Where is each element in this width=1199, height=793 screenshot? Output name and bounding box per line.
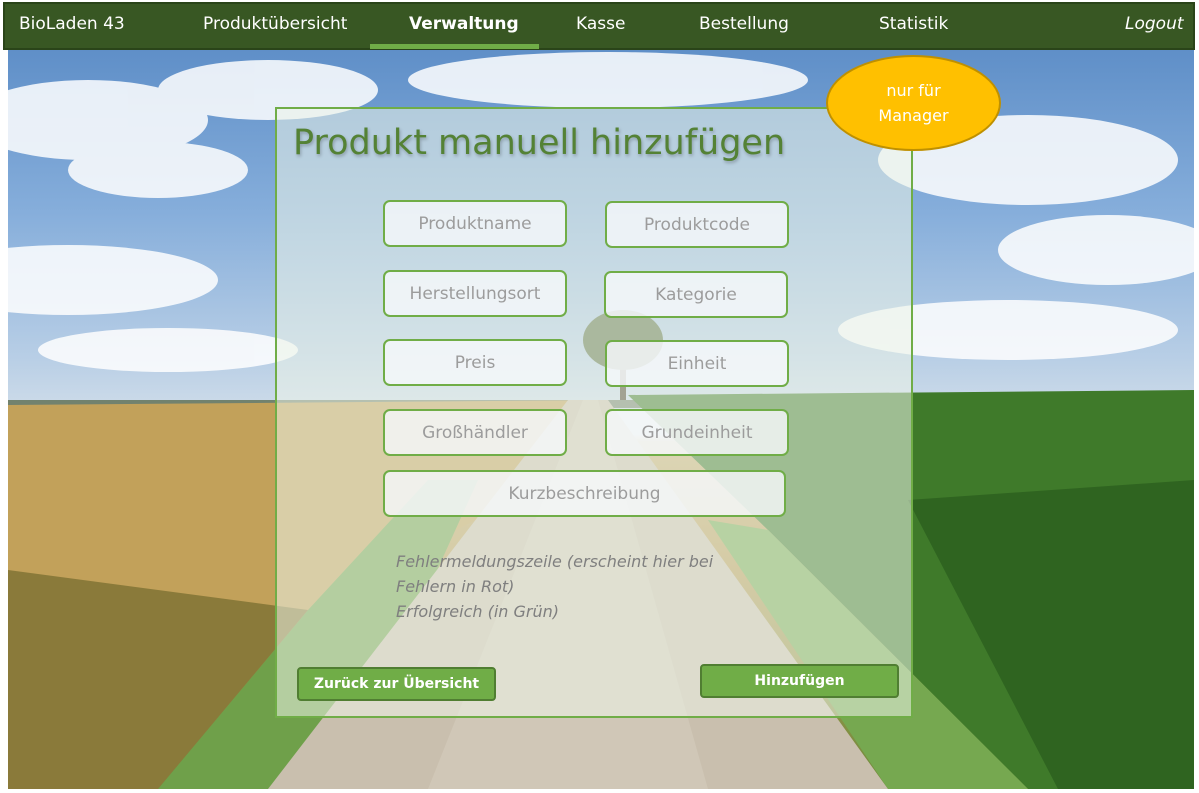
logout-link[interactable]: Logout [1125,4,1184,48]
back-to-overview-button[interactable]: Zurück zur Übersicht [297,667,496,701]
status-message-area: Fehlermeldungszeile (erscheint hier bei … [396,549,776,624]
badge-line-1: nur für [886,81,941,100]
herstellungsort-input[interactable] [383,270,567,317]
error-message-line: Fehlermeldungszeile (erscheint hier bei … [396,552,714,596]
success-message-line: Erfolgreich (in Grün) [396,602,560,621]
preis-input[interactable] [383,339,567,386]
nav-verwaltung[interactable]: Verwaltung [409,4,519,48]
nav-kasse[interactable]: Kasse [576,4,625,48]
top-navigation-bar: BioLaden 43 Produktübersicht Verwaltung … [3,2,1195,50]
kurzbeschreibung-input[interactable] [383,470,786,517]
produktname-input[interactable] [383,200,567,247]
grosshaendler-input[interactable] [383,409,567,456]
einheit-input[interactable] [605,340,789,387]
grundeinheit-input[interactable] [605,409,789,456]
brand-label[interactable]: BioLaden 43 [19,4,125,48]
nav-statistik[interactable]: Statistik [879,4,948,48]
kategorie-input[interactable] [604,271,788,318]
produktcode-input[interactable] [605,201,789,248]
add-product-form-panel: Produkt manuell hinzufügen Fehlermeldung… [275,107,913,718]
add-product-button[interactable]: Hinzufügen [700,664,899,698]
form-title: Produkt manuell hinzufügen [293,123,786,163]
nav-bestellung[interactable]: Bestellung [699,4,789,48]
active-tab-indicator [370,44,539,49]
badge-line-2: Manager [878,106,949,125]
manager-only-badge: nur für Manager [826,55,1001,151]
nav-produktuebersicht[interactable]: Produktübersicht [203,4,347,48]
